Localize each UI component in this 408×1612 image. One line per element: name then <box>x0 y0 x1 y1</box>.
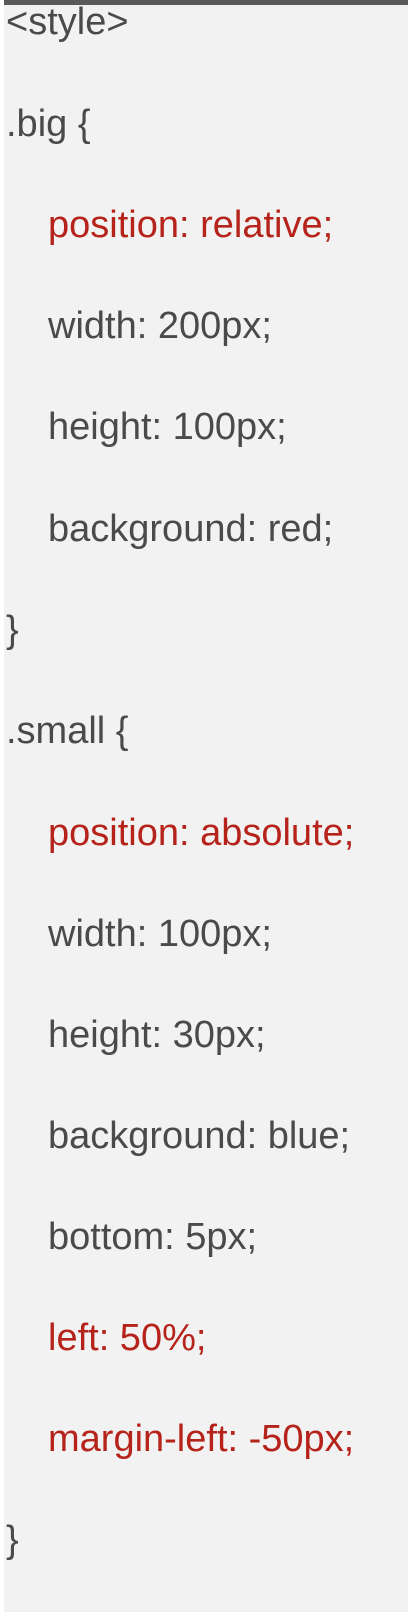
code-line-background-blue: background: blue; <box>48 1115 351 1157</box>
code-line-small-close: } <box>6 1519 19 1561</box>
code-line-big-selector: .big { <box>6 103 91 145</box>
code-line-height-30: height: 30px; <box>48 1014 266 1056</box>
code-line-margin-left: margin-left: -50px; <box>48 1418 355 1460</box>
code-block: <style> .big { position: relative; width… <box>4 0 408 1612</box>
code-line-background-red: background: red; <box>48 508 334 550</box>
code-line-position-absolute: position: absolute; <box>48 812 355 854</box>
code-line-height-100: height: 100px; <box>48 406 287 448</box>
code-line-style-open: <style> <box>6 1 129 43</box>
code-line-bottom-5: bottom: 5px; <box>48 1216 258 1258</box>
code-line-position-relative: position: relative; <box>48 204 334 246</box>
code-line-width-100: width: 100px; <box>48 913 272 955</box>
code-line-left-50: left: 50%; <box>48 1317 207 1359</box>
code-line-big-close: } <box>6 609 19 651</box>
code-line-width-200: width: 200px; <box>48 305 272 347</box>
code-line-small-selector: .small { <box>6 710 129 752</box>
